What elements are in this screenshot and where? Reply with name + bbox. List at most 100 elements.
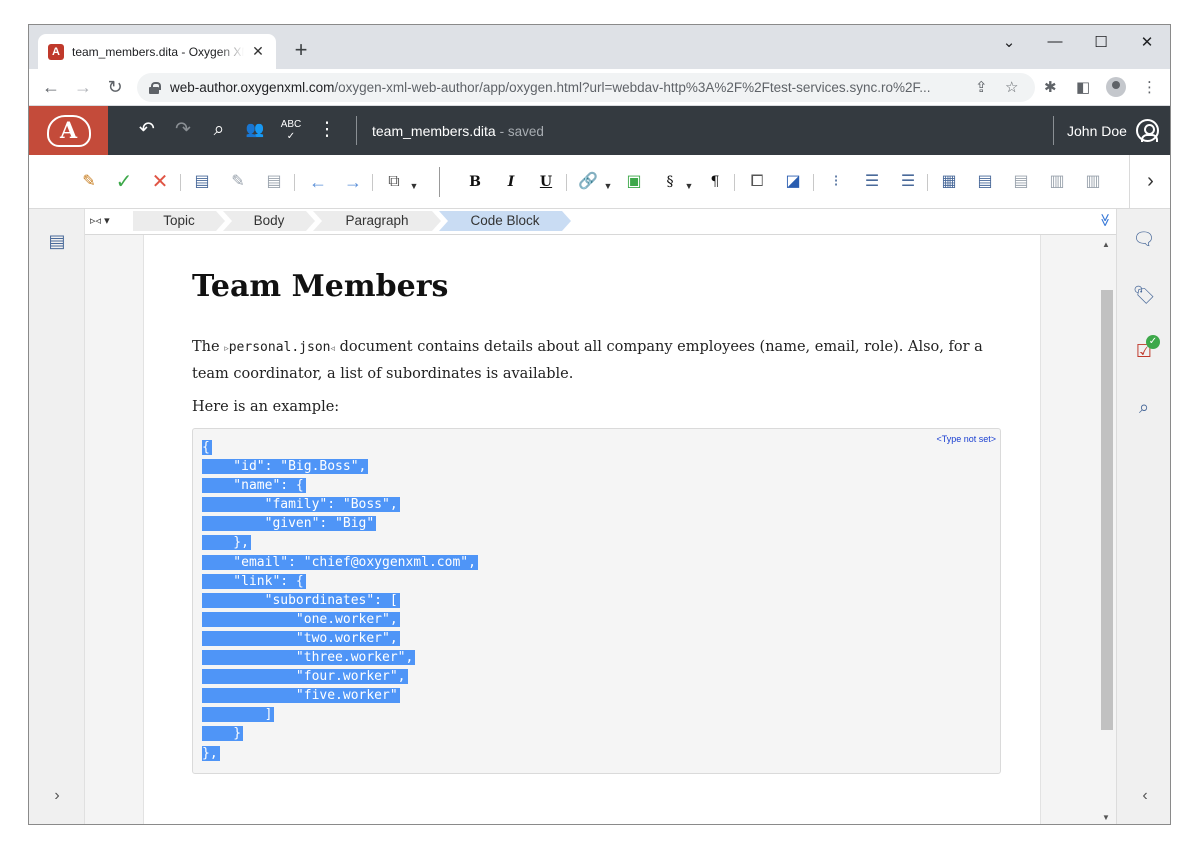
scroll-down-icon[interactable]: ▼: [1102, 813, 1110, 822]
side-panel-icon[interactable]: ◧: [1076, 78, 1090, 96]
insert-image-icon[interactable]: ▣: [622, 172, 646, 192]
tab-search-chevron-icon[interactable]: ⌄: [995, 33, 1023, 51]
next-change-icon[interactable]: →: [341, 172, 365, 192]
insert-column-icon[interactable]: ▥: [1045, 172, 1069, 192]
more-options-icon[interactable]: ⋮: [315, 119, 339, 141]
add-comment-icon[interactable]: ▤: [190, 172, 214, 192]
breadcrumb-toggle-icon[interactable]: ▹◃ ▾: [90, 214, 110, 227]
forward-arrow-icon[interactable]: →: [72, 76, 94, 98]
new-tab-button[interactable]: +: [289, 38, 313, 62]
underline-button[interactable]: U: [534, 172, 558, 192]
find-replace-icon[interactable]: ⌕: [1132, 395, 1156, 419]
reject-change-icon[interactable]: ✕: [148, 172, 172, 192]
selected-code-text: "email": "chief@oxygenxml.com",: [202, 554, 478, 570]
document-name: team_members.dita: [372, 123, 496, 139]
accept-change-icon[interactable]: ✓: [112, 172, 136, 192]
paragraph-mark-button[interactable]: ¶: [703, 172, 727, 192]
oxygen-logo[interactable]: A: [29, 106, 108, 155]
code-line: "five.worker": [202, 686, 478, 705]
edit-comment-icon[interactable]: ✎: [226, 172, 250, 192]
track-changes-icon[interactable]: ✎: [77, 172, 101, 192]
left-side-panel: ▤ ›: [29, 209, 85, 824]
minimize-button[interactable]: —: [1041, 33, 1069, 50]
insert-table-icon[interactable]: ▦: [937, 172, 961, 192]
link-dropdown-icon[interactable]: ▼: [603, 176, 613, 196]
link-icon[interactable]: 🔗: [576, 172, 600, 192]
section-button[interactable]: §: [658, 172, 682, 192]
ordered-list-icon[interactable]: ☰: [860, 172, 884, 192]
close-window-button[interactable]: ✕: [1133, 33, 1161, 51]
selected-code-text: {: [202, 440, 212, 455]
code-line: "four.worker",: [202, 667, 478, 686]
review-actions-icon[interactable]: ⧉: [382, 172, 406, 192]
validation-ok-badge-icon: ✓: [1146, 335, 1160, 349]
collapse-right-panel-icon[interactable]: ‹: [1135, 787, 1155, 805]
outline-view-icon[interactable]: ▤: [45, 229, 69, 253]
selected-code-text: "subordinates": [: [202, 592, 400, 608]
editor-scrollbar[interactable]: ▲ ▼: [1098, 235, 1116, 824]
code-line: "id": "Big.Boss",: [202, 457, 478, 476]
remove-comment-icon[interactable]: ▤: [262, 172, 286, 192]
redo-icon[interactable]: ↷: [171, 119, 195, 141]
selected-code-text: "three.worker",: [202, 650, 416, 666]
url-omnibox[interactable]: web-author.oxygenxml.com /oxygen-xml-web…: [137, 73, 1035, 102]
reload-icon[interactable]: ↻: [104, 76, 126, 98]
previous-change-icon[interactable]: ←: [306, 172, 330, 192]
breadcrumb-paragraph[interactable]: Paragraph: [313, 211, 441, 231]
undo-icon[interactable]: ↶: [135, 119, 159, 141]
code-block[interactable]: <Type not set> { "id": "Big.Boss", "name…: [192, 428, 1001, 774]
toolbar-scroll-right-icon[interactable]: ›: [1129, 155, 1170, 208]
scroll-up-icon[interactable]: ▲: [1102, 240, 1110, 249]
intro-paragraph[interactable]: The ▹personal.json◃ document contains de…: [192, 335, 1012, 387]
expand-left-panel-icon[interactable]: ›: [47, 787, 67, 805]
code-type-label[interactable]: <Type not set>: [936, 434, 996, 444]
document-heading[interactable]: Team Members: [192, 269, 448, 304]
insert-row-above-icon[interactable]: ▤: [1009, 172, 1033, 192]
user-name[interactable]: John Doe: [1067, 123, 1127, 139]
insert-reuse-icon[interactable]: ⧠: [745, 172, 769, 192]
review-dropdown-icon[interactable]: ▼: [409, 176, 419, 196]
bold-button[interactable]: B: [463, 172, 487, 192]
editor-toolbar: ✎ ✓ ✕ ▤ ✎ ▤ ← → ⧉ ▼ B I U 🔗 ▼ ▣ § ▼ ¶ ⧠ …: [29, 155, 1170, 209]
breadcrumb-body[interactable]: Body: [223, 211, 315, 231]
code-line: },: [202, 533, 478, 552]
address-bar: ← → ↻ web-author.oxygenxml.com /oxygen-x…: [29, 69, 1170, 106]
insert-list-item-icon[interactable]: ⁝: [824, 172, 848, 192]
collaboration-users-icon[interactable]: 👥: [243, 119, 267, 141]
tab-close-icon[interactable]: ✕: [250, 43, 266, 60]
comments-icon[interactable]: 🗨: [1132, 227, 1156, 251]
insert-row-below-icon[interactable]: ▤: [973, 172, 997, 192]
app-header: A ↶ ↷ ⌕ 👥 ABC ✓ ⋮ team_members.dita - sav…: [29, 106, 1170, 155]
spellcheck-icon[interactable]: ABC ✓: [279, 119, 303, 143]
italic-button[interactable]: I: [499, 172, 523, 192]
breadcrumb-code-block[interactable]: Code Block: [439, 211, 571, 231]
code-content[interactable]: { "id": "Big.Boss", "name": { "family": …: [202, 438, 478, 763]
selected-code-text: "four.worker",: [202, 669, 408, 685]
delete-column-icon[interactable]: ▥: [1081, 172, 1105, 192]
breadcrumb-topic[interactable]: Topic: [133, 211, 225, 231]
unordered-list-icon[interactable]: ☰: [896, 172, 920, 192]
share-icon[interactable]: ⇪: [975, 78, 988, 96]
browser-menu-icon[interactable]: ⋮: [1142, 78, 1157, 96]
code-line: },: [202, 744, 478, 763]
bookmark-star-icon[interactable]: ☆: [1005, 78, 1018, 96]
back-arrow-icon[interactable]: ←: [40, 76, 62, 98]
browser-tab[interactable]: A team_members.dita - Oxygen XML Web Aut…: [38, 34, 276, 69]
example-paragraph[interactable]: Here is an example:: [192, 395, 1012, 420]
toolbar-separator: [294, 174, 295, 191]
section-dropdown-icon[interactable]: ▼: [684, 176, 694, 196]
selected-code-text: "id": "Big.Boss",: [202, 459, 369, 475]
search-icon[interactable]: ⌕: [207, 119, 231, 141]
maximize-button[interactable]: ☐: [1087, 33, 1115, 51]
user-account-icon[interactable]: [1136, 119, 1159, 142]
selected-code-text: "five.worker": [202, 688, 400, 704]
profile-avatar-icon[interactable]: [1106, 77, 1126, 97]
validation-icon[interactable]: ☑ ✓: [1132, 335, 1160, 363]
scrollbar-thumb[interactable]: [1101, 290, 1113, 730]
attributes-tag-icon[interactable]: 🏷: [1132, 283, 1156, 307]
collapse-breadcrumb-icon[interactable]: ≫: [1097, 213, 1113, 227]
extensions-puzzle-icon[interactable]: ✱: [1044, 78, 1057, 96]
breadcrumb: ▹◃ ▾ Topic Body Paragraph Code Block ≫: [85, 209, 1116, 235]
insert-conref-icon[interactable]: ◪: [781, 172, 805, 192]
toolbar-separator: [180, 174, 181, 191]
